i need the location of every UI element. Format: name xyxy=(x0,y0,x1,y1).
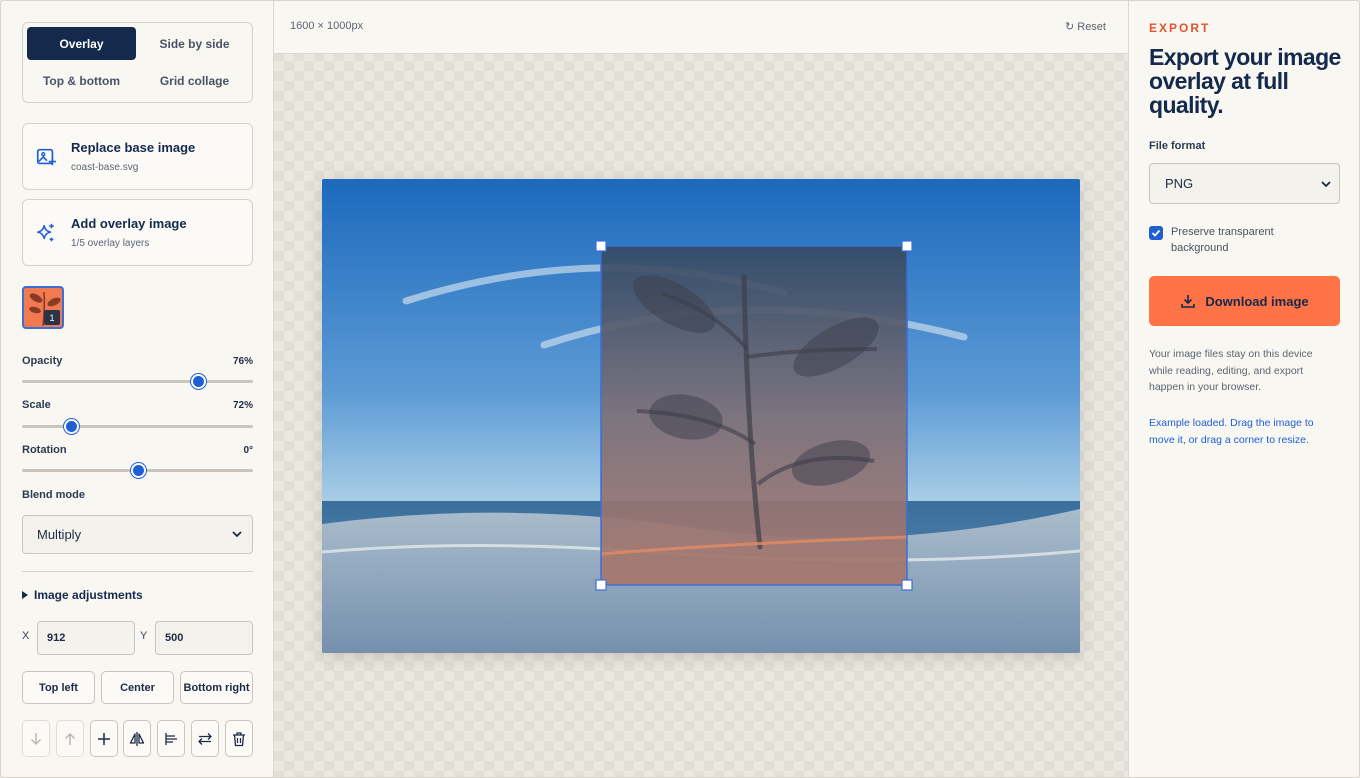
x-input[interactable]: 912 xyxy=(37,621,135,655)
download-image-button[interactable]: Download image xyxy=(1149,276,1340,326)
image-plus-icon xyxy=(36,148,57,166)
opacity-slider[interactable] xyxy=(22,374,253,389)
flip-horizontal-icon xyxy=(129,731,145,746)
y-label: Y xyxy=(140,630,148,642)
reset-button[interactable]: ↻ Reset xyxy=(1065,20,1106,33)
mode-top-bottom-button[interactable]: Top & bottom xyxy=(27,64,136,97)
x-label: X xyxy=(22,630,30,642)
add-layer-button[interactable] xyxy=(90,720,118,757)
layer-index-badge: 1 xyxy=(44,310,60,325)
refresh-icon: ↻ xyxy=(1064,21,1075,33)
image-adjustments-toggle[interactable]: Image adjustments xyxy=(22,588,143,602)
delete-layer-button[interactable] xyxy=(225,720,253,757)
resize-handle-bottom-left[interactable] xyxy=(595,579,607,591)
arrow-down-icon xyxy=(31,732,41,745)
rotation-slider[interactable] xyxy=(22,463,253,478)
add-overlay-image-title: Add overlay image xyxy=(71,216,187,231)
trash-icon xyxy=(233,731,245,746)
canvas-area: 1600 × 1000px ↻ Reset xyxy=(274,1,1128,777)
checkmark-icon xyxy=(1151,229,1161,237)
export-headline: Export your image overlay at full qualit… xyxy=(1149,44,1341,118)
swap-button[interactable] xyxy=(191,720,219,757)
canvas-toolbar: 1600 × 1000px ↻ Reset xyxy=(274,1,1128,54)
privacy-note: Your image files stay on this device whi… xyxy=(1149,348,1313,393)
overlay-layer-count: 1/5 overlay layers xyxy=(71,238,150,249)
move-layer-up-button[interactable] xyxy=(56,720,84,757)
divider xyxy=(22,571,253,572)
rotation-label: Rotation xyxy=(22,444,67,456)
mode-overlay-button[interactable]: Overlay xyxy=(27,27,136,60)
preserve-transparent-label[interactable]: Preserve transparent background xyxy=(1171,224,1321,256)
preserve-transparent-checkbox[interactable] xyxy=(1149,226,1163,240)
mode-side-by-side-button[interactable]: Side by side xyxy=(140,27,249,60)
mode-grid-collage-button[interactable]: Grid collage xyxy=(140,64,249,97)
opacity-slider-knob[interactable] xyxy=(190,374,206,389)
opacity-value: 76% xyxy=(232,356,253,367)
scale-slider[interactable] xyxy=(22,419,253,434)
center-button[interactable]: Center xyxy=(101,671,174,704)
composite-image xyxy=(322,179,1080,653)
overlay-layer[interactable] xyxy=(600,245,908,586)
usage-hint: Example loaded. Drag the image to move i… xyxy=(1149,417,1314,446)
resize-handle-top-right[interactable] xyxy=(901,240,913,252)
top-left-button[interactable]: Top left xyxy=(22,671,95,704)
blend-mode-select[interactable]: Multiply xyxy=(22,515,253,554)
download-icon xyxy=(1181,295,1196,308)
layer-thumbnail[interactable]: 1 xyxy=(22,286,64,329)
reset-label: Reset xyxy=(1077,21,1106,33)
layout-mode-selector: Overlay Side by side Top & bottom Grid c… xyxy=(22,22,253,103)
replace-base-image-title: Replace base image xyxy=(71,140,196,155)
app-window: Overlay Side by side Top & bottom Grid c… xyxy=(0,0,1360,778)
bottom-right-button[interactable]: Bottom right xyxy=(180,671,253,704)
export-eyebrow: EXPORT xyxy=(1149,21,1211,35)
base-image-filename: coast-base.svg xyxy=(71,162,139,173)
y-input[interactable]: 500 xyxy=(155,621,253,655)
file-format-value: PNG xyxy=(1165,176,1194,191)
canvas-dimensions: 1600 × 1000px xyxy=(290,20,364,32)
align-button[interactable] xyxy=(157,720,185,757)
resize-handle-bottom-right[interactable] xyxy=(901,579,913,591)
scale-label: Scale xyxy=(22,399,51,411)
opacity-label: Opacity xyxy=(22,355,63,367)
export-panel: EXPORT Export your image overlay at full… xyxy=(1128,1,1359,777)
add-overlay-image-card[interactable]: Add overlay image 1/5 overlay layers xyxy=(22,199,253,266)
chevron-down-icon xyxy=(232,531,242,538)
plus-icon xyxy=(98,732,110,745)
move-layer-down-button[interactable] xyxy=(22,720,50,757)
left-sidebar: Overlay Side by side Top & bottom Grid c… xyxy=(1,1,274,777)
blend-mode-label: Blend mode xyxy=(22,489,85,501)
sparkles-icon xyxy=(36,223,54,242)
image-adjustments-label: Image adjustments xyxy=(34,588,143,602)
swap-icon xyxy=(198,732,212,745)
scale-value: 72% xyxy=(232,400,253,411)
align-icon xyxy=(165,732,177,745)
resize-handle-top-left[interactable] xyxy=(595,240,607,252)
download-label: Download image xyxy=(1205,293,1309,309)
chevron-down-icon xyxy=(1321,181,1331,188)
replace-base-image-card[interactable]: Replace base image coast-base.svg xyxy=(22,123,253,190)
file-format-label: File format xyxy=(1149,140,1206,152)
image-canvas[interactable] xyxy=(322,179,1080,653)
flip-horizontal-button[interactable] xyxy=(123,720,151,757)
arrow-up-icon xyxy=(65,732,75,745)
scale-slider-knob[interactable] xyxy=(64,419,80,434)
blend-mode-value: Multiply xyxy=(37,527,82,542)
disclosure-triangle-icon xyxy=(22,591,28,599)
rotation-slider-knob[interactable] xyxy=(130,463,146,478)
rotation-value: 0° xyxy=(243,445,253,456)
file-format-select[interactable]: PNG xyxy=(1149,163,1340,204)
